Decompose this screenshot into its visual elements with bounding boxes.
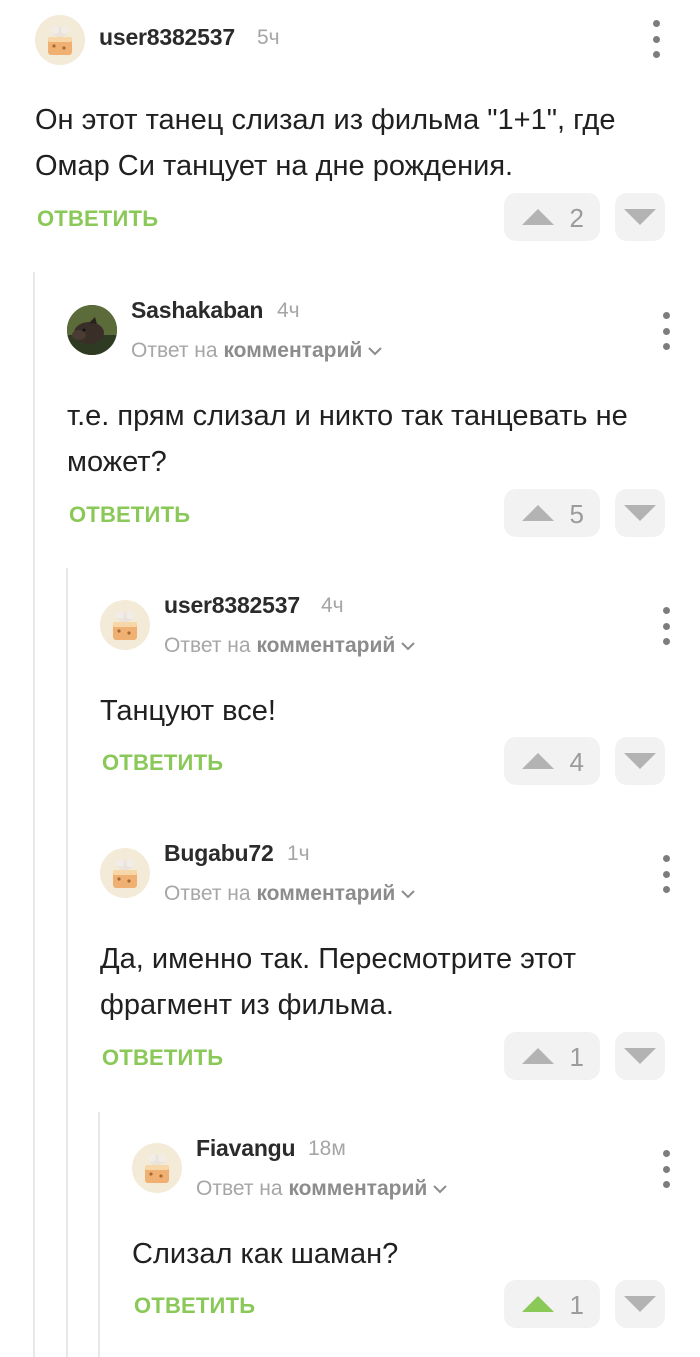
cake-avatar[interactable]	[100, 848, 150, 898]
upvote-button[interactable]: 1	[504, 1280, 600, 1328]
comment-time: 4ч	[321, 594, 344, 617]
thread-line-level-1	[33, 272, 35, 1357]
comment-time: 18м	[308, 1137, 346, 1160]
more-options-icon[interactable]	[660, 1150, 672, 1188]
comment-time: 1ч	[287, 842, 310, 865]
vote-count: 1	[569, 1290, 584, 1320]
comment: user8382537 5ч Он этот танец слизал из ф…	[35, 15, 700, 245]
comment-author[interactable]: Fiavangu	[196, 1135, 296, 1162]
comment-text: т.е. прям слизал и никто так танцевать н…	[67, 400, 628, 478]
upvote-button[interactable]: 5	[504, 489, 600, 537]
comment-text: Он этот танец слизал из фильма "1+1", гд…	[35, 104, 616, 182]
reply-to-link[interactable]: Ответ на комментарий	[196, 1177, 447, 1201]
comment-time: 5ч	[257, 26, 280, 49]
vote-count: 1	[569, 1042, 584, 1072]
cake-avatar[interactable]	[35, 15, 85, 65]
downvote-button[interactable]	[615, 489, 665, 537]
arrow-down-icon	[624, 1048, 656, 1064]
downvote-button[interactable]	[615, 193, 665, 241]
chevron-down-icon	[401, 642, 415, 651]
comment: Bugabu72 1ч Ответ на комментарий Да, име…	[100, 840, 700, 1085]
arrow-up-icon	[522, 1048, 554, 1064]
comment-author[interactable]: Bugabu72	[164, 840, 274, 867]
comment-time: 4ч	[277, 299, 300, 322]
arrow-down-icon	[624, 209, 656, 225]
more-options-icon[interactable]	[660, 855, 672, 893]
cake-avatar[interactable]	[132, 1143, 182, 1193]
more-options-icon[interactable]	[650, 20, 662, 58]
reply-to-link[interactable]: Ответ на комментарий	[164, 634, 415, 658]
reply-button[interactable]: ОТВЕТИТЬ	[102, 750, 223, 776]
comment-author[interactable]: Sashakaban	[131, 297, 263, 324]
comment-text: Слизал как шаман?	[132, 1238, 399, 1270]
downvote-button[interactable]	[615, 1032, 665, 1080]
arrow-down-icon	[624, 753, 656, 769]
chevron-down-icon	[433, 1185, 447, 1194]
downvote-button[interactable]	[615, 737, 665, 785]
comment: user8382537 4ч Ответ на комментарий Танц…	[100, 592, 700, 792]
downvote-button[interactable]	[615, 1280, 665, 1328]
arrow-up-icon	[522, 209, 554, 225]
more-options-icon[interactable]	[660, 312, 672, 350]
comment: Sashakaban 4ч Ответ на комментарий т.е. …	[67, 297, 700, 542]
chevron-down-icon	[401, 890, 415, 899]
comment-author[interactable]: user8382537	[164, 592, 300, 619]
arrow-up-icon	[522, 505, 554, 521]
vote-count: 2	[569, 203, 584, 233]
comment-text: Да, именно так. Пересмотрите этот фрагме…	[100, 943, 577, 1021]
reply-button[interactable]: ОТВЕТИТЬ	[102, 1045, 223, 1071]
arrow-down-icon	[624, 505, 656, 521]
reply-button[interactable]: ОТВЕТИТЬ	[69, 502, 190, 528]
reply-to-link[interactable]: Ответ на комментарий	[164, 882, 415, 906]
reply-to-link[interactable]: Ответ на комментарий	[131, 339, 382, 363]
arrow-up-icon	[522, 753, 554, 769]
chevron-down-icon	[368, 347, 382, 356]
comment: Fiavangu 18м Ответ на комментарий Слизал…	[132, 1135, 700, 1335]
vote-count: 5	[569, 499, 584, 529]
thread-line-level-3	[98, 1112, 100, 1357]
vote-count: 4	[569, 747, 584, 777]
comment-text: Танцуют все!	[100, 695, 276, 727]
reply-button[interactable]: ОТВЕТИТЬ	[134, 1293, 255, 1319]
comment-author[interactable]: user8382537	[99, 24, 235, 51]
upvote-button[interactable]: 1	[504, 1032, 600, 1080]
upvote-button[interactable]: 2	[504, 193, 600, 241]
thread-line-level-2	[66, 568, 68, 1357]
more-options-icon[interactable]	[660, 607, 672, 645]
arrow-up-icon	[522, 1296, 554, 1312]
boar-photo-avatar[interactable]	[67, 305, 117, 355]
reply-button[interactable]: ОТВЕТИТЬ	[37, 206, 158, 232]
upvote-button[interactable]: 4	[504, 737, 600, 785]
arrow-down-icon	[624, 1296, 656, 1312]
cake-avatar[interactable]	[100, 600, 150, 650]
